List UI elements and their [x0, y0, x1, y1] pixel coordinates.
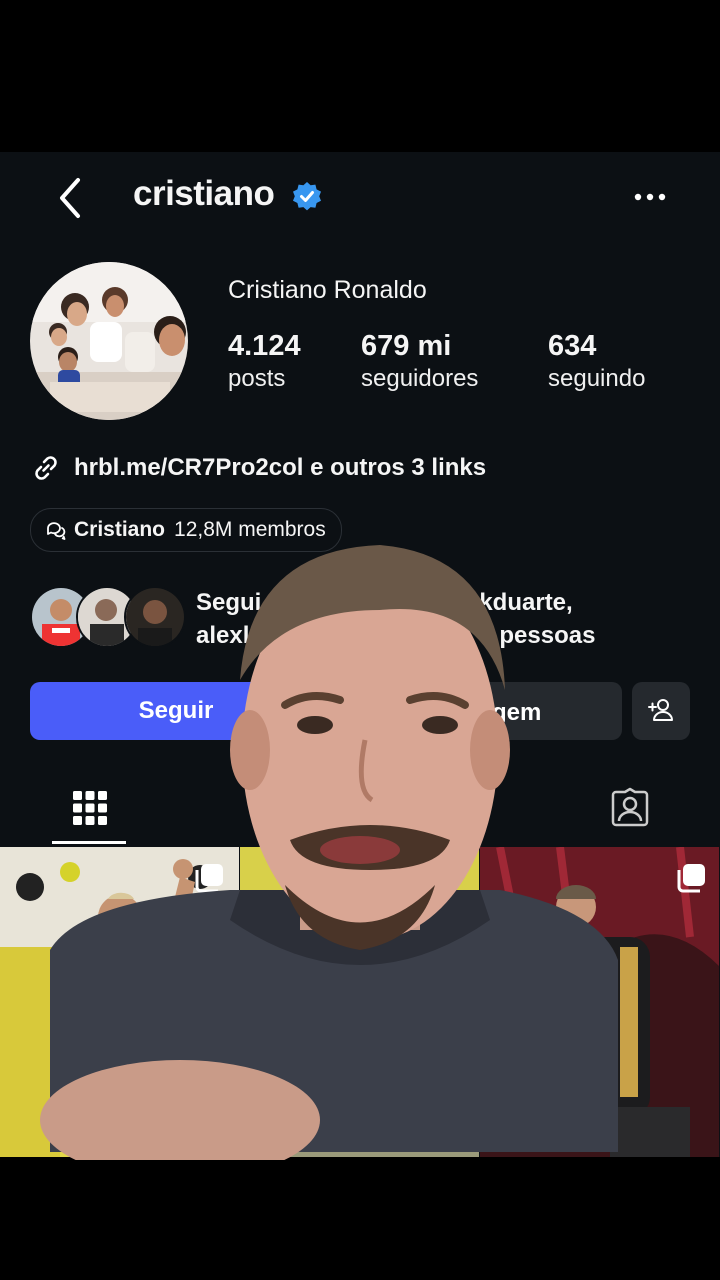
- stat-followers[interactable]: 679 mi seguidores: [361, 328, 478, 394]
- avatar-photo: [30, 262, 188, 420]
- profile-username: cristiano: [133, 174, 275, 213]
- stat-posts[interactable]: 4.124 posts: [228, 328, 301, 394]
- stat-followers-label: seguidores: [361, 365, 479, 392]
- bio-link[interactable]: hrbl.me/CR7Pro2col e outros 3 links: [30, 448, 486, 488]
- stat-followers-value: 679 mi: [361, 330, 452, 362]
- chevron-left-icon: [60, 178, 80, 218]
- stat-following-value: 634: [548, 330, 597, 362]
- profile-full-name: Cristiano Ronaldo: [228, 276, 427, 304]
- verified-badge-icon: [293, 182, 321, 211]
- community-members: 12,8M membros: [174, 518, 326, 541]
- back-button[interactable]: [52, 176, 88, 220]
- person-video: [40, 545, 618, 1180]
- stat-following-label: seguindo: [548, 365, 646, 392]
- profile-header: cristiano: [0, 152, 720, 242]
- more-options-button[interactable]: [630, 182, 670, 212]
- link-icon: [35, 456, 57, 480]
- stat-following[interactable]: 634 seguindo: [548, 328, 645, 394]
- community-name: Cristiano: [74, 518, 166, 541]
- stat-posts-value: 4.124: [228, 330, 301, 362]
- bio-link-text: hrbl.me/CR7Pro2col e outros 3 links: [74, 454, 487, 481]
- profile-avatar[interactable]: [30, 262, 188, 420]
- community-icon: [47, 522, 66, 540]
- stat-posts-label: posts: [228, 365, 286, 392]
- video-overlay-person: [0, 540, 720, 1180]
- more-horizontal-icon: [634, 193, 666, 201]
